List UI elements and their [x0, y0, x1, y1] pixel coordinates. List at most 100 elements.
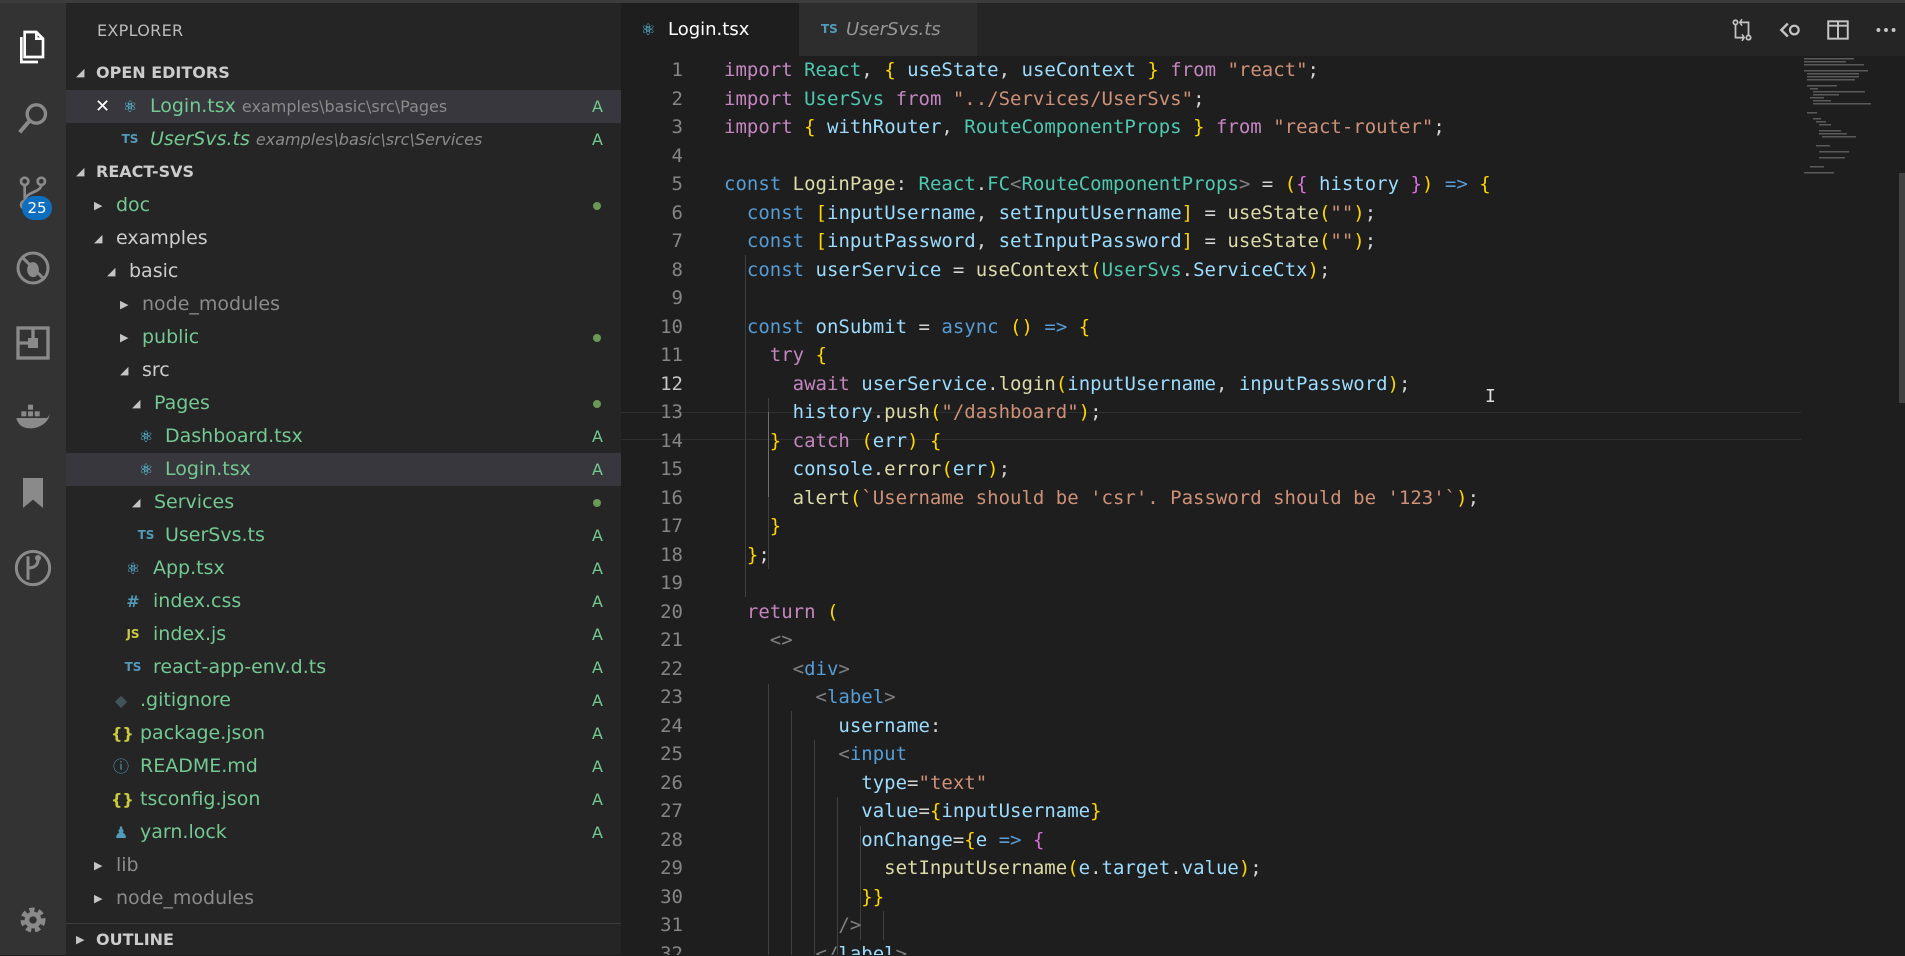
tree-folder[interactable]: ◢ Services [66, 486, 621, 519]
code-editor[interactable]: 1 import React, { useState, useContext } … [621, 56, 1801, 955]
chevron-down-icon: ◢ [76, 165, 85, 178]
tree-file[interactable]: ⚛ Dashboard.tsx A [66, 420, 621, 453]
line-code: /> [838, 914, 862, 936]
tree-folder[interactable]: ▶ lib [66, 849, 621, 882]
line-code: }; [746, 543, 770, 566]
code-line: 21 <> [621, 626, 1801, 655]
git-status: A [592, 658, 603, 677]
editor-area: ⚛ Login.tsx TS UserSvs.ts 1 import React,… [621, 3, 1905, 955]
yarn-icon: ♟ [113, 823, 129, 842]
line-code: type="text" [861, 771, 988, 794]
project-header[interactable]: ◢ REACT-SVS [66, 156, 621, 188]
tree-file[interactable]: # index.css A [66, 585, 621, 618]
open-editors-header[interactable]: ◢ OPEN EDITORS [66, 57, 621, 89]
tree-file[interactable]: ♟ yarn.lock A [66, 816, 621, 849]
tree-file-selected[interactable]: ⚛ Login.tsx A [66, 453, 621, 486]
code-line: 2 import UserSvs from "../Services/UserSv… [621, 85, 1801, 114]
line-number: 20 [660, 600, 683, 623]
outline-header[interactable]: ▶ OUTLINE [66, 923, 621, 956]
line-code: await userService.login(inputUsername, i… [792, 372, 1411, 395]
activity-bookmarks[interactable] [0, 466, 66, 520]
tree-folder[interactable]: ▶ public [66, 321, 621, 354]
git-lens-icon [14, 549, 52, 587]
code-line: 15 console.error(err); [621, 455, 1801, 484]
tree-folder[interactable]: ◢ src [66, 354, 621, 387]
compare-changes-icon[interactable] [1729, 17, 1755, 43]
tree-file[interactable]: TS react-app-env.d.ts A [66, 651, 621, 684]
tree-file[interactable]: ⓘ README.md A [66, 750, 621, 783]
code-line: 6 const [inputUsername, setInputUsername… [621, 199, 1801, 228]
gear-icon [20, 907, 46, 933]
line-number: 19 [660, 572, 683, 594]
tree-file[interactable]: ⚛ App.tsx A [66, 552, 621, 585]
line-number: 18 [660, 543, 683, 566]
bookmark-icon [23, 478, 43, 508]
activity-settings[interactable] [0, 893, 66, 947]
more-actions-icon[interactable] [1873, 17, 1899, 43]
open-editor-path: examples\basic\src\Pages [241, 97, 448, 116]
line-code: setInputUsername(e.target.value); [884, 857, 1262, 879]
tab-usersvs-ts[interactable]: TS UserSvs.ts [799, 3, 977, 56]
code-line: 17 } [621, 512, 1801, 541]
split-editor-icon[interactable] [1825, 17, 1851, 43]
activity-extensions[interactable] [0, 316, 66, 370]
react-icon: ⚛ [138, 460, 154, 479]
line-number: 14 [660, 429, 683, 452]
activity-search[interactable] [0, 92, 66, 146]
line-number: 1 [671, 59, 683, 81]
activity-docker[interactable] [0, 391, 66, 445]
minimap[interactable] [1801, 56, 1905, 955]
tree-folder[interactable]: ◢ basic [66, 255, 621, 288]
activity-debug[interactable] [0, 241, 66, 295]
line-number: 13 [660, 401, 683, 423]
scrollbar-thumb[interactable] [1899, 173, 1905, 403]
open-editor-item[interactable]: TS UserSvs.ts examples\basic\src\Services… [66, 123, 621, 156]
activity-source-control[interactable]: 25 [0, 166, 66, 220]
tree-file[interactable]: JS index.js A [66, 618, 621, 651]
line-number: 29 [660, 857, 683, 879]
chevron-right-icon: ▶ [120, 331, 129, 344]
code-line: 10 const onSubmit = async () => { [621, 313, 1801, 342]
line-code: const [inputUsername, setInputUsername] … [746, 201, 1377, 224]
tree-folder[interactable]: ◢ Pages [66, 387, 621, 420]
typescript-icon: TS [121, 132, 139, 146]
code-line: 19 [621, 569, 1801, 598]
close-icon[interactable]: ✕ [95, 90, 110, 123]
code-line: 16 alert(`Username should be 'csr'. Pass… [621, 484, 1801, 513]
tree-folder[interactable]: ▶ node_modules [66, 882, 621, 915]
code-line: 31 /> [621, 911, 1801, 940]
minimap-preview [1804, 58, 1871, 174]
line-code: username: [838, 714, 942, 737]
modified-dot [593, 334, 601, 342]
open-editor-item[interactable]: ✕ ⚛ Login.tsx examples\basic\src\Pages A [66, 90, 621, 123]
line-code: return ( [746, 600, 839, 623]
code-line: 14 } catch (err) { [621, 427, 1801, 456]
go-back-icon[interactable] [1777, 17, 1803, 43]
tree-folder[interactable]: ◢ examples [66, 222, 621, 255]
activity-git-lens[interactable] [0, 541, 66, 595]
tree-file[interactable]: {} tsconfig.json A [66, 783, 621, 816]
typescript-icon: TS [124, 660, 142, 674]
line-number: 25 [660, 743, 683, 765]
search-icon [18, 103, 48, 134]
line-number: 11 [660, 344, 683, 366]
tab-login-tsx[interactable]: ⚛ Login.tsx [621, 3, 799, 56]
line-number: 6 [671, 201, 683, 224]
code-line: 18 }; [621, 541, 1801, 570]
typescript-icon: TS [821, 22, 838, 36]
line-number: 15 [660, 458, 683, 480]
json-braces-icon: {} [111, 790, 134, 809]
line-code: alert(`Username should be 'csr'. Passwor… [792, 486, 1480, 509]
tree-file[interactable]: TS UserSvs.ts A [66, 519, 621, 552]
tree-folder[interactable]: ▶ node_modules [66, 288, 621, 321]
modified-dot [593, 202, 601, 210]
chevron-down-icon: ◢ [94, 232, 103, 245]
editor-tabs: ⚛ Login.tsx TS UserSvs.ts [621, 3, 1905, 56]
tree-file[interactable]: ◆ .gitignore A [66, 684, 621, 717]
activity-explorer[interactable] [0, 20, 66, 74]
react-icon: ⚛ [122, 97, 138, 116]
code-line: 4 [621, 142, 1801, 171]
code-line: 29 setInputUsername(e.target.value); [621, 854, 1801, 883]
tree-file[interactable]: {} package.json A [66, 717, 621, 750]
tree-folder[interactable]: ▶ doc [66, 189, 621, 222]
